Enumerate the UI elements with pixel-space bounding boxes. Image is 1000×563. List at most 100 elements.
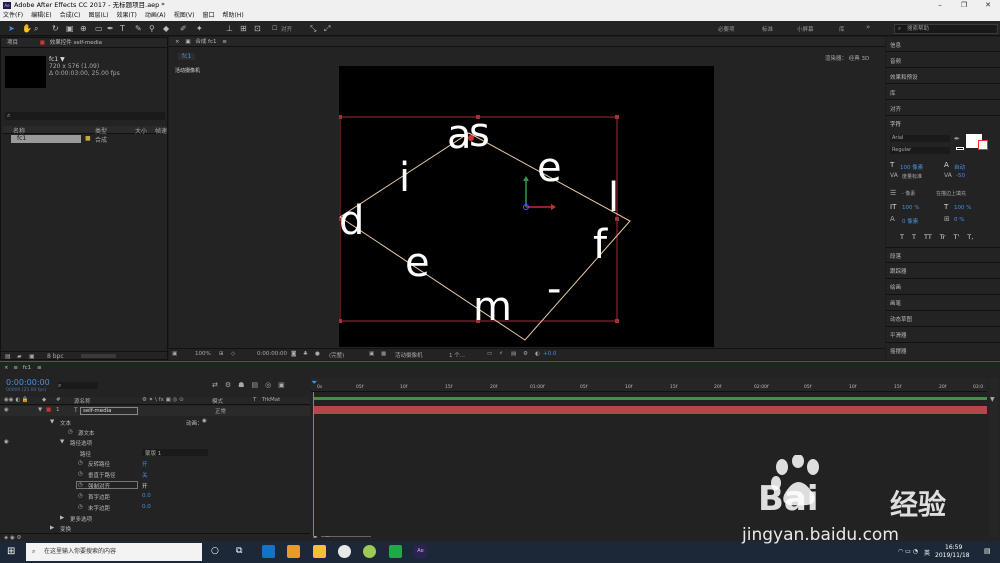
puppet-tool-icon[interactable]: ✦ — [196, 24, 203, 33]
scroll-thumb-icon[interactable]: ▼ — [990, 396, 995, 403]
maximize-icon[interactable]: ❐ — [952, 0, 976, 11]
leading-value[interactable]: 自动 — [954, 163, 965, 171]
stroke-color-swatch[interactable] — [978, 140, 988, 150]
prop-source-text[interactable]: 源文本 — [78, 429, 95, 437]
zoom-select[interactable]: 100% — [195, 351, 211, 357]
col-type[interactable]: 类型 — [95, 126, 107, 135]
snap-option-icon[interactable]: ⤡ — [310, 24, 316, 33]
task-view-icon[interactable]: ⧉ — [236, 546, 242, 556]
tracking-value[interactable]: -50 — [956, 173, 965, 179]
workspace-library[interactable]: 库 — [839, 25, 845, 33]
draft-3d-icon[interactable]: ⚙ — [225, 381, 231, 389]
workspace-standard[interactable]: 标准 — [762, 25, 773, 33]
baseline-shift-value[interactable]: 0 像素 — [902, 217, 918, 225]
magnification-icon[interactable]: ▣ — [172, 351, 177, 357]
pan-behind-tool-icon[interactable]: ⊕ — [80, 24, 87, 33]
stopwatch-force-align-icon[interactable]: ◷ — [78, 482, 83, 488]
font-size-value[interactable]: 100 像素 — [900, 163, 923, 171]
panel-library[interactable]: 库 — [890, 89, 896, 97]
panel-audio[interactable]: 音频 — [890, 57, 901, 65]
col-t[interactable]: T — [253, 397, 256, 403]
minimize-icon[interactable]: – — [928, 0, 952, 11]
work-area-range[interactable] — [313, 397, 987, 400]
panel-smoother[interactable]: 平滑器 — [890, 331, 907, 339]
timeline-close-icon[interactable]: × — [4, 365, 9, 371]
toggle-pixel-icon[interactable]: ▭ — [487, 351, 492, 357]
stopwatch-first-margin-icon[interactable]: ◷ — [78, 493, 83, 499]
timeline-tab[interactable]: × ≡ fc1 ≡ — [4, 365, 42, 371]
timecode-display[interactable]: 0:00:00:00 — [257, 351, 287, 357]
axis-local-icon[interactable]: ⊥ — [226, 24, 233, 33]
stroke-width-value[interactable]: - 像素 — [902, 190, 915, 197]
panel-paint[interactable]: 绘画 — [890, 283, 901, 291]
panel-paragraph[interactable]: 段落 — [890, 252, 901, 260]
close-icon[interactable]: ✕ — [976, 0, 1000, 11]
prop-path[interactable]: 路径 — [80, 450, 91, 458]
camera-tool-icon[interactable]: ▣ — [66, 24, 74, 33]
color-channel-icon[interactable]: ● — [315, 351, 320, 357]
views-layout-select[interactable]: 1 个... — [449, 351, 465, 359]
layer-expand-icon[interactable]: ▼ — [38, 407, 42, 413]
transparency-grid-icon[interactable]: ▦ — [381, 351, 386, 357]
vertical-scale-value[interactable]: 100 % — [902, 205, 919, 211]
kerning-value[interactable]: 度量标准 — [902, 173, 922, 180]
wechat-icon[interactable] — [389, 545, 402, 558]
reverse-path-value[interactable]: 开 — [142, 460, 148, 468]
frame-blending-icon[interactable]: ▤ — [251, 381, 258, 389]
prop-path-eye-icon[interactable]: ◉ — [4, 439, 9, 445]
workspace-essentials[interactable]: 必要项 — [718, 25, 735, 33]
prop-text-toggle-icon[interactable]: ▼ — [50, 419, 54, 425]
project-item-row[interactable]: fc1 ■ 合成 — [3, 135, 167, 144]
eyedropper-icon[interactable]: ✒ — [954, 135, 960, 143]
stroke-option-select[interactable]: 在描边上填充 — [936, 190, 966, 197]
roto-brush-tool-icon[interactable]: ✐ — [180, 24, 187, 33]
timeline-timecode[interactable]: 0:00:00:00 — [6, 378, 50, 387]
comp-subtab[interactable]: fc1 — [178, 53, 196, 60]
col-mode[interactable]: 模式 — [212, 397, 223, 405]
menu-composition[interactable]: 合成(C) — [60, 11, 81, 21]
first-margin-value[interactable]: 0.0 — [142, 493, 151, 499]
composition-viewer[interactable]: a s i e l d f e m - — [338, 66, 714, 347]
workspace-more-icon[interactable]: » — [866, 23, 870, 31]
prop-more-options[interactable]: 更多选项 — [70, 515, 92, 523]
panel-effects-presets[interactable]: 效果和预设 — [890, 73, 918, 81]
stopwatch-source-icon[interactable]: ◷ — [68, 429, 73, 435]
selection-tool-icon[interactable]: ➤ — [8, 24, 15, 33]
menu-animation[interactable]: 动画(A) — [145, 11, 166, 21]
help-search-input[interactable]: ⌕ 搜索帮助 — [894, 24, 998, 34]
panel-wiggler[interactable]: 摇摆器 — [890, 347, 907, 355]
camera-view-select[interactable]: 活动摄像机 — [395, 351, 423, 359]
windows-start-icon[interactable]: ⊞ — [7, 546, 15, 557]
clone-stamp-tool-icon[interactable]: ⚲ — [149, 24, 155, 33]
new-folder-icon[interactable]: ▰ — [17, 353, 22, 360]
shy-layers-icon[interactable]: ☗ — [238, 381, 244, 389]
type-tool-icon[interactable]: T — [120, 24, 125, 33]
layer-mode-select[interactable]: 正常 — [215, 407, 226, 415]
animate-label[interactable]: 动画： — [186, 419, 203, 427]
prop-force-align[interactable]: 强制对齐 — [88, 482, 110, 490]
subscript-button[interactable]: T, — [967, 233, 973, 241]
renderer-row[interactable]: 渲染器： 经典 3D — [825, 54, 869, 62]
menu-help[interactable]: 帮助(H) — [223, 11, 244, 21]
layer-row[interactable]: ◉ ▼ ■ 1 T self-media 正常 — [0, 406, 310, 416]
force-align-value[interactable]: 开 — [142, 482, 148, 490]
panel-motion-sketch[interactable]: 动态草图 — [890, 315, 912, 323]
cortana-icon[interactable]: ○ — [211, 546, 219, 556]
layer-duration-bar[interactable] — [313, 406, 987, 414]
panel-menu-icon[interactable]: ≡ — [222, 39, 227, 45]
menu-edit[interactable]: 编辑(E) — [31, 11, 51, 21]
font-family-select[interactable]: Arial — [890, 135, 950, 142]
panel-brushes[interactable]: 画笔 — [890, 299, 901, 307]
comp-mini-flowchart-icon[interactable]: ⇄ — [212, 381, 218, 389]
rotate-tool-icon[interactable]: ↻ — [52, 24, 59, 33]
mask-icon[interactable]: ◇ — [231, 351, 235, 357]
menu-view[interactable]: 视图(V) — [174, 11, 195, 21]
stopwatch-perpendicular-icon[interactable]: ◷ — [78, 471, 83, 477]
hand-tool-icon[interactable]: ✋ — [22, 24, 32, 33]
pen-tool-icon[interactable]: ✒ — [107, 24, 114, 33]
region-of-interest-icon[interactable]: ▣ — [369, 351, 374, 357]
layer-label-swatch[interactable]: ■ — [46, 407, 51, 413]
faux-italic-button[interactable]: T — [912, 233, 916, 241]
superscript-button[interactable]: T' — [953, 233, 959, 241]
panel-align[interactable]: 对齐 — [890, 105, 901, 113]
